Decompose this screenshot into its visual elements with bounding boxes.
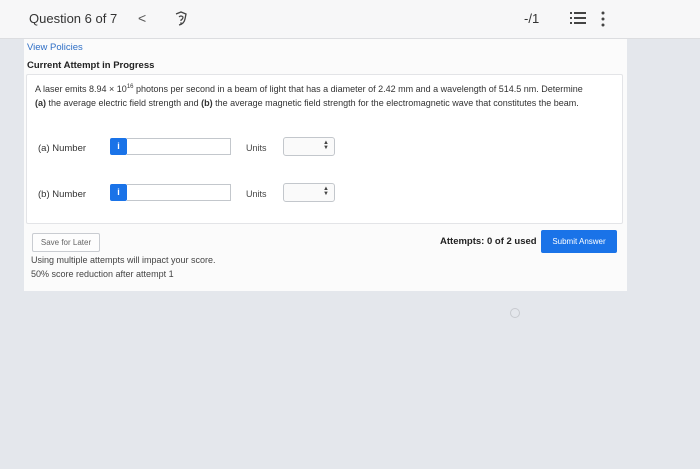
answer-b-units-select[interactable]: ▲ ▼	[283, 183, 335, 202]
cursor-indicator	[510, 308, 520, 318]
answer-b-number-input[interactable]	[127, 184, 231, 201]
view-policies-link[interactable]: View Policies	[27, 42, 83, 53]
question-header: Question 6 of 7 < -/1	[0, 0, 700, 39]
answer-b-units-label: Units	[246, 189, 267, 199]
select-arrows-icon: ▲ ▼	[323, 140, 329, 151]
score-display: -/1	[524, 11, 540, 26]
attempt-title: Current Attempt in Progress	[27, 60, 155, 71]
kebab-menu-icon[interactable]	[600, 11, 606, 27]
attempts-counter: Attempts: 0 of 2 used	[440, 236, 537, 247]
info-icon[interactable]: i	[110, 138, 127, 155]
select-arrows-icon: ▲ ▼	[323, 186, 329, 197]
answer-a-label: (a) Number	[38, 143, 87, 154]
question-icon[interactable]	[172, 11, 190, 27]
submit-answer-button[interactable]: Submit Answer	[541, 230, 617, 253]
answer-b-label: (b) Number	[38, 189, 87, 200]
answer-a-number-input[interactable]	[127, 138, 231, 155]
question-text: A laser emits 8.94 × 1016 photons per se…	[35, 84, 583, 108]
question-title: Question 6 of 7	[29, 11, 118, 26]
answer-a-units-select[interactable]: ▲ ▼	[283, 137, 335, 156]
exponent: 16	[126, 84, 134, 90]
answer-a-units-label: Units	[246, 143, 267, 153]
save-for-later-button[interactable]: Save for Later	[32, 233, 100, 252]
info-icon[interactable]: i	[110, 184, 127, 201]
list-icon[interactable]	[570, 11, 586, 25]
attempts-note: Using multiple attempts will impact your…	[31, 255, 216, 265]
chevron-left-icon[interactable]: <	[138, 10, 146, 26]
score-reduction-note: 50% score reduction after attempt 1	[31, 269, 174, 279]
